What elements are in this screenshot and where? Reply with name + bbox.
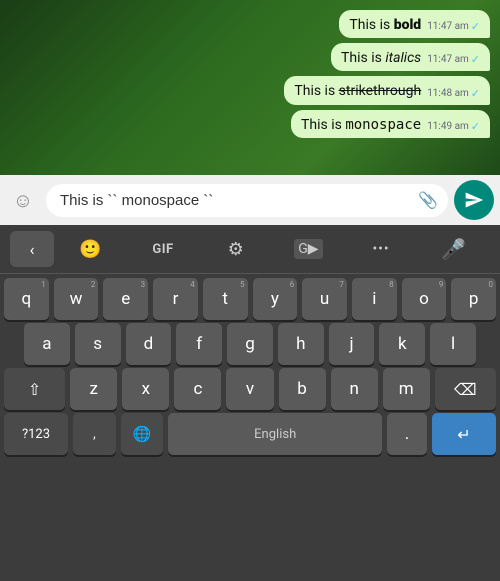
key-row-bottom: ?123 , 🌐 English . ↵	[4, 413, 496, 455]
attach-icon[interactable]: 📎	[418, 191, 438, 210]
keyboard-toolbar: ‹ 🙂 GIF ⚙ G▶ ••• 🎤	[0, 225, 500, 274]
key-v[interactable]: v	[226, 368, 273, 410]
message-meta-italic: 11:47 am ✓	[427, 53, 480, 66]
key-row-2: a s d f g h j k l	[4, 323, 496, 365]
enter-key[interactable]: ↵	[432, 413, 496, 455]
message-text-strike: This is strikethrough	[294, 82, 421, 100]
gif-button[interactable]: GIF	[127, 231, 200, 267]
key-d[interactable]: d	[126, 323, 172, 365]
number-label: ?123	[22, 427, 50, 442]
sticker-button[interactable]: 🙂	[54, 231, 127, 267]
space-key[interactable]: English	[168, 413, 382, 455]
key-q[interactable]: 1q	[4, 278, 49, 320]
key-u[interactable]: 7u	[302, 278, 347, 320]
key-h[interactable]: h	[278, 323, 324, 365]
message-meta-mono: 11:49 am ✓	[427, 120, 480, 133]
message-bubble-strike: This is strikethrough 11:48 am ✓	[284, 76, 490, 104]
key-s[interactable]: s	[75, 323, 121, 365]
translate-icon: G▶	[294, 239, 322, 259]
back-icon: ‹	[30, 240, 35, 259]
message-input[interactable]	[46, 184, 448, 217]
key-row-3: ⇧ z x c v b n m ⌫	[4, 368, 496, 410]
key-row-1: 1q 2w 3e 4r 5t 6y 7u 8i 9o 0p	[4, 278, 496, 320]
message-time-strike: 11:48 am	[427, 88, 469, 99]
key-l[interactable]: l	[430, 323, 476, 365]
key-f[interactable]: f	[176, 323, 222, 365]
key-e[interactable]: 3e	[103, 278, 148, 320]
send-button[interactable]	[454, 180, 494, 220]
gif-label: GIF	[152, 242, 173, 257]
globe-icon: 🌐	[133, 425, 152, 443]
key-g[interactable]: g	[227, 323, 273, 365]
key-o[interactable]: 9o	[402, 278, 447, 320]
more-icon: •••	[372, 241, 389, 257]
key-x[interactable]: x	[122, 368, 169, 410]
key-z[interactable]: z	[70, 368, 117, 410]
sticker-icon: 🙂	[79, 239, 101, 260]
key-j[interactable]: j	[329, 323, 375, 365]
keyboard: 1q 2w 3e 4r 5t 6y 7u 8i 9o 0p a s d f g …	[0, 274, 500, 581]
message-ticks-mono: ✓	[471, 120, 480, 133]
mic-icon: 🎤	[441, 237, 466, 261]
more-button[interactable]: •••	[345, 231, 418, 267]
emoji-button[interactable]: ☺	[6, 183, 40, 217]
message-text-mono: This is monospace	[301, 116, 421, 134]
key-m[interactable]: m	[383, 368, 430, 410]
key-r[interactable]: 4r	[153, 278, 198, 320]
send-icon	[464, 190, 484, 210]
message-bubble-mono: This is monospace 11:49 am ✓	[291, 110, 490, 138]
settings-icon: ⚙	[228, 239, 244, 260]
settings-button[interactable]: ⚙	[199, 231, 272, 267]
message-bubble-bold: This is bold 11:47 am ✓	[339, 10, 490, 38]
backspace-key[interactable]: ⌫	[435, 368, 496, 410]
space-label: English	[254, 427, 296, 442]
chat-area: This is bold 11:47 am ✓ This is italics …	[0, 0, 500, 175]
key-t[interactable]: 5t	[203, 278, 248, 320]
key-n[interactable]: n	[331, 368, 378, 410]
message-meta-strike: 11:48 am ✓	[427, 87, 480, 100]
key-c[interactable]: c	[174, 368, 221, 410]
message-ticks-bold: ✓	[471, 20, 480, 33]
enter-icon: ↵	[457, 425, 470, 444]
keyboard-back-button[interactable]: ‹	[10, 231, 54, 267]
message-ticks-italic: ✓	[471, 53, 480, 66]
key-y[interactable]: 6y	[253, 278, 298, 320]
message-time-mono: 11:49 am	[427, 121, 469, 132]
message-time-bold: 11:47 am	[427, 21, 469, 32]
translate-button[interactable]: G▶	[272, 231, 345, 267]
message-bubble-italic: This is italics 11:47 am ✓	[331, 43, 490, 71]
message-text-italic: This is italics	[341, 49, 421, 67]
message-time-italic: 11:47 am	[427, 54, 469, 65]
message-ticks-strike: ✓	[471, 87, 480, 100]
microphone-button[interactable]: 🎤	[417, 231, 490, 267]
number-key[interactable]: ?123	[4, 413, 68, 455]
shift-key[interactable]: ⇧	[4, 368, 65, 410]
key-b[interactable]: b	[279, 368, 326, 410]
key-w[interactable]: 2w	[54, 278, 99, 320]
globe-key[interactable]: 🌐	[121, 413, 164, 455]
key-p[interactable]: 0p	[451, 278, 496, 320]
key-a[interactable]: a	[24, 323, 70, 365]
bottom-emoji-key[interactable]: ,	[73, 413, 116, 455]
message-text-bold: This is bold	[349, 16, 421, 34]
key-i[interactable]: 8i	[352, 278, 397, 320]
message-meta-bold: 11:47 am ✓	[427, 20, 480, 33]
emoji-icon: ☺	[13, 188, 33, 213]
period-key[interactable]: .	[387, 413, 427, 455]
key-k[interactable]: k	[379, 323, 425, 365]
shift-icon: ⇧	[28, 380, 41, 399]
input-wrapper: 📎	[46, 184, 448, 217]
input-bar: ☺ 📎	[0, 175, 500, 225]
backspace-icon: ⌫	[454, 380, 477, 399]
